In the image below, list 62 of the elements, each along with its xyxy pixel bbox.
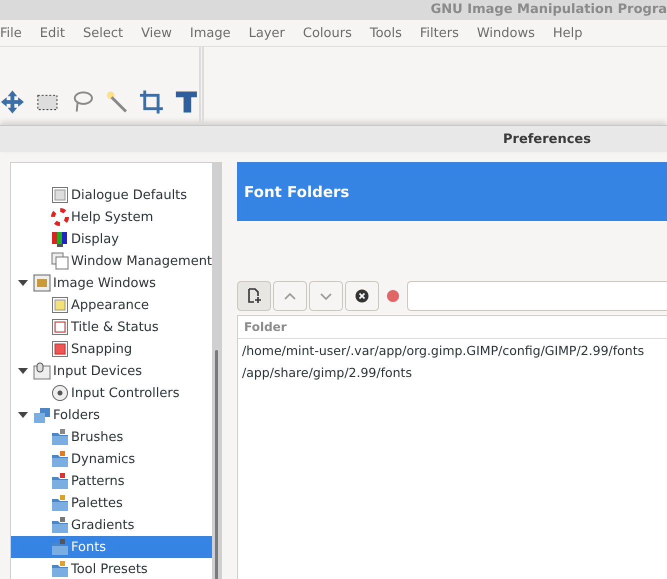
- path-field[interactable]: [407, 281, 667, 311]
- menu-item[interactable]: Edit: [40, 26, 73, 40]
- windows-icon: [51, 252, 69, 270]
- tree-item[interactable]: Input Devices: [11, 360, 212, 382]
- tree-item[interactable]: Appearance: [11, 294, 212, 316]
- move-icon[interactable]: [0, 89, 25, 115]
- page-icon: [51, 340, 69, 358]
- page-icon: [51, 296, 69, 314]
- tree-item[interactable]: Dynamics: [11, 448, 212, 470]
- tree-item[interactable]: Palettes: [11, 492, 212, 514]
- menu-item[interactable]: Filters: [420, 26, 467, 40]
- status-dot: [387, 290, 399, 302]
- mouse-icon: [33, 362, 51, 380]
- folders-icon: [33, 406, 51, 424]
- wand-icon[interactable]: [104, 89, 130, 115]
- tree-item[interactable]: Brushes: [11, 426, 212, 448]
- folder-icon: [51, 494, 69, 512]
- tree-item[interactable]: Window Management: [11, 250, 212, 272]
- controller-icon: [51, 384, 69, 402]
- tree-item[interactable]: Tool Presets: [11, 558, 212, 579]
- page-icon: [51, 186, 69, 204]
- toolbar-button[interactable]: [345, 281, 379, 311]
- tree-item[interactable]: Input Controllers: [11, 382, 212, 404]
- image-icon: [33, 274, 51, 292]
- tree-item[interactable]: Patterns: [11, 470, 212, 492]
- menu-item[interactable]: Image: [190, 26, 239, 40]
- folder-icon: [51, 538, 69, 556]
- toolbar-button[interactable]: [237, 281, 271, 311]
- menu-item[interactable]: File: [0, 26, 30, 40]
- page-icon: [51, 318, 69, 336]
- new-folder-icon: [246, 288, 262, 304]
- delete-icon: [355, 289, 369, 303]
- menu-item[interactable]: View: [141, 26, 180, 40]
- menu-item[interactable]: Select: [82, 26, 132, 40]
- lifebuoy-icon: [51, 208, 69, 226]
- window-title: GNU Image Manipulation Progra: [430, 1, 667, 19]
- tree-item[interactable]: Gradients: [11, 514, 212, 536]
- folder-icon: [51, 428, 69, 446]
- folder-icon: [51, 516, 69, 534]
- tree-item[interactable]: Folders: [11, 404, 212, 426]
- tree-item[interactable]: Dialogue Defaults: [11, 184, 212, 206]
- folder-row[interactable]: /home/mint-user/.var/app/org.gimp.GIMP/config/GIMP/2.99/fonts: [238, 339, 667, 361]
- scrollbar[interactable]: [212, 163, 221, 579]
- menu-item[interactable]: Windows: [476, 26, 543, 40]
- menu-item[interactable]: Tools: [370, 26, 410, 40]
- tree-item[interactable]: Help System: [11, 206, 212, 228]
- dialog-title: Preferences: [503, 132, 591, 146]
- page-title: Font Folders: [244, 182, 350, 200]
- menu-item[interactable]: Colours: [302, 26, 360, 40]
- menu-item[interactable]: Layer: [248, 26, 293, 40]
- monitor-icon: [51, 230, 69, 248]
- folder-icon: [51, 560, 69, 578]
- folder-row[interactable]: /app/share/gimp/2.99/fonts: [238, 361, 667, 383]
- folder-icon: [51, 450, 69, 468]
- menu-item[interactable]: Help: [552, 26, 591, 40]
- tree-item[interactable]: Image Windows: [11, 272, 212, 294]
- folder-icon: [51, 472, 69, 490]
- tree-item[interactable]: Display: [11, 228, 212, 250]
- tree-item[interactable]: Title & Status: [11, 316, 212, 338]
- tree-item[interactable]: Fonts: [11, 536, 212, 558]
- crop-icon[interactable]: [139, 89, 164, 115]
- tree-item[interactable]: Snapping: [11, 338, 212, 360]
